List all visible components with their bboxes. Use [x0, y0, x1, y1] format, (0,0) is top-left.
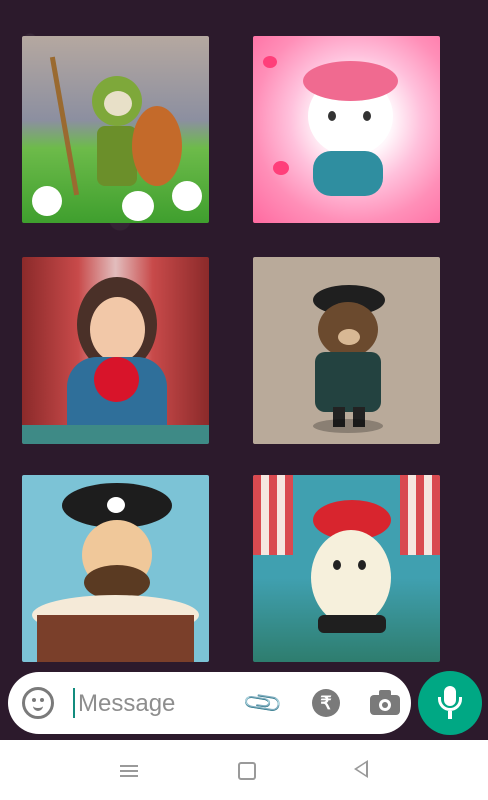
- emoji-icon[interactable]: [22, 687, 54, 719]
- mic-button[interactable]: [418, 671, 482, 735]
- attach-icon[interactable]: 📎: [239, 679, 287, 727]
- sticker-pirate-bear[interactable]: [253, 257, 440, 444]
- back-icon[interactable]: [354, 760, 368, 778]
- rupee-icon[interactable]: ₹: [312, 689, 340, 717]
- recents-icon[interactable]: [120, 762, 138, 778]
- camera-icon[interactable]: [370, 690, 400, 716]
- sticker-woman-apple[interactable]: [22, 257, 209, 444]
- sticker-squirrel[interactable]: [22, 36, 209, 223]
- sticker-pink-creature[interactable]: [253, 36, 440, 223]
- message-input[interactable]: [76, 688, 230, 720]
- sticker-pirate-man[interactable]: [22, 475, 209, 662]
- home-icon[interactable]: [238, 762, 256, 780]
- sticker-mushroom-character[interactable]: [253, 475, 440, 662]
- text-cursor: [73, 688, 75, 718]
- message-composer: 📎 ₹: [8, 672, 411, 734]
